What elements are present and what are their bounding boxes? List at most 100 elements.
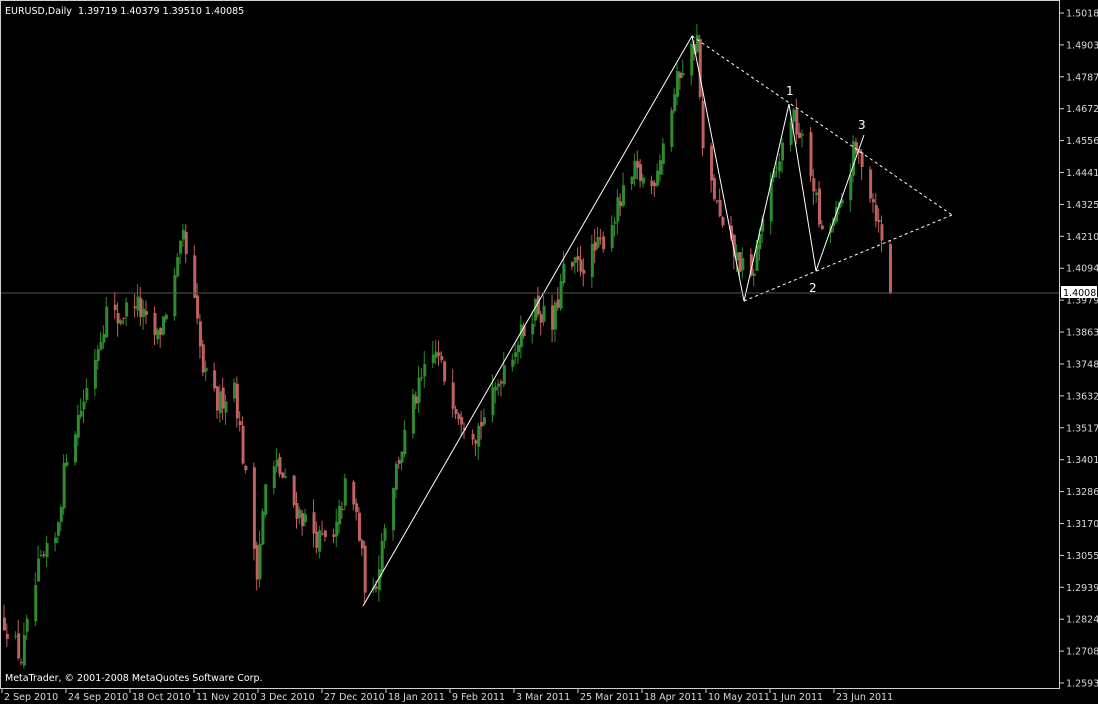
candle-body	[559, 281, 563, 309]
candle-body	[658, 160, 662, 175]
candle-body	[403, 429, 407, 455]
candle-body	[695, 35, 699, 53]
candle-body	[338, 506, 342, 525]
candle-body	[360, 540, 364, 549]
candle-body	[630, 176, 634, 184]
y-tick-label: 1.44410	[1066, 168, 1098, 179]
candle-body	[261, 511, 265, 545]
current-price-label: 1.40085	[1063, 288, 1098, 299]
candle-body	[661, 143, 665, 164]
candle-body	[497, 383, 501, 387]
candle-body	[610, 224, 614, 249]
candle-body	[542, 305, 546, 322]
candle-body	[641, 177, 645, 184]
candle-body	[241, 425, 245, 464]
candle-body	[139, 298, 143, 318]
y-tick-label: 1.43255	[1066, 200, 1098, 211]
candle-body	[738, 252, 742, 272]
candle-body	[818, 188, 822, 225]
x-tick-label: 3 Dec 2010	[260, 692, 315, 703]
candle-body	[22, 635, 26, 666]
candle-body	[215, 386, 219, 411]
candle-body	[315, 531, 319, 548]
y-tick-label: 1.30550	[1066, 551, 1098, 562]
candle-body	[653, 182, 657, 187]
y-tick-label: 1.40945	[1066, 264, 1098, 275]
y-tick-label: 1.46720	[1066, 104, 1098, 115]
candle-body	[854, 142, 858, 153]
candle-body	[93, 359, 97, 389]
candle-body	[400, 451, 404, 463]
x-tick-label: 10 May 2011	[708, 692, 770, 703]
x-tick-label: 23 Jun 2011	[836, 692, 893, 703]
candle-body	[613, 221, 617, 224]
candle-body	[56, 522, 60, 536]
candle-body	[3, 617, 6, 631]
candle-body	[437, 352, 441, 356]
candle-body	[710, 145, 714, 181]
candle-body	[519, 324, 523, 348]
candle-body	[275, 459, 279, 467]
candle-body	[173, 274, 177, 317]
candle-body	[65, 461, 69, 466]
candle-body	[616, 197, 620, 222]
candle-body	[539, 314, 543, 323]
y-tick-label: 1.32860	[1066, 487, 1098, 498]
candle-body	[573, 257, 577, 263]
candle-body	[198, 321, 202, 347]
candle-body	[701, 100, 705, 149]
candle-body	[579, 259, 583, 272]
candle-body	[480, 422, 484, 427]
candle-body	[224, 401, 228, 413]
candle-body	[411, 394, 415, 434]
chart-header-symbol: EURUSD,Daily	[5, 6, 72, 17]
candle-body	[96, 349, 100, 362]
candle-body	[877, 220, 881, 222]
candle-body	[363, 545, 367, 593]
candle-body	[321, 533, 325, 535]
candle-body	[690, 43, 694, 76]
candle-body	[125, 302, 129, 317]
candle-body	[860, 152, 864, 167]
candle-body	[252, 467, 256, 549]
candle-body	[551, 305, 555, 330]
candle-body	[119, 320, 123, 324]
candle-body	[582, 269, 586, 274]
price-chart[interactable]: 1 2 3 1.501851.490301.478751.467201.4556…	[0, 0, 1098, 704]
candle-body	[14, 635, 18, 637]
candle-body	[639, 164, 643, 182]
candle-body	[602, 236, 606, 250]
candle-body	[105, 306, 109, 338]
candle-body	[494, 386, 498, 391]
x-tick-label: 24 Sep 2010	[68, 692, 128, 703]
candle-body	[113, 304, 117, 311]
candle-body	[622, 185, 626, 206]
candle-body	[457, 413, 461, 420]
candle-body	[656, 170, 660, 186]
candle-body	[221, 387, 225, 409]
candle-body	[218, 391, 222, 414]
candle-body	[670, 110, 674, 147]
candle-body	[636, 161, 640, 168]
y-tick-label: 1.27085	[1066, 647, 1098, 658]
candle-body	[204, 367, 208, 372]
candle-body	[335, 521, 339, 537]
x-tick-label: 18 Jan 2011	[388, 692, 445, 703]
candle-body	[681, 73, 685, 76]
candle-body	[284, 476, 288, 478]
candle-body	[312, 512, 316, 534]
candle-body	[420, 377, 424, 379]
candle-body	[153, 312, 157, 336]
candle-body	[474, 440, 478, 444]
candle-body	[34, 585, 38, 622]
candle-body	[133, 306, 137, 309]
y-tick-label: 1.47875	[1066, 72, 1098, 83]
candle-body	[482, 417, 486, 425]
candle-body	[76, 414, 80, 438]
candle-body	[477, 425, 481, 447]
y-tick-label: 1.42100	[1066, 232, 1098, 243]
y-tick-label: 1.28240	[1066, 615, 1098, 626]
candle-body	[434, 351, 438, 358]
candle-body	[79, 410, 83, 417]
candle-body	[741, 258, 745, 271]
